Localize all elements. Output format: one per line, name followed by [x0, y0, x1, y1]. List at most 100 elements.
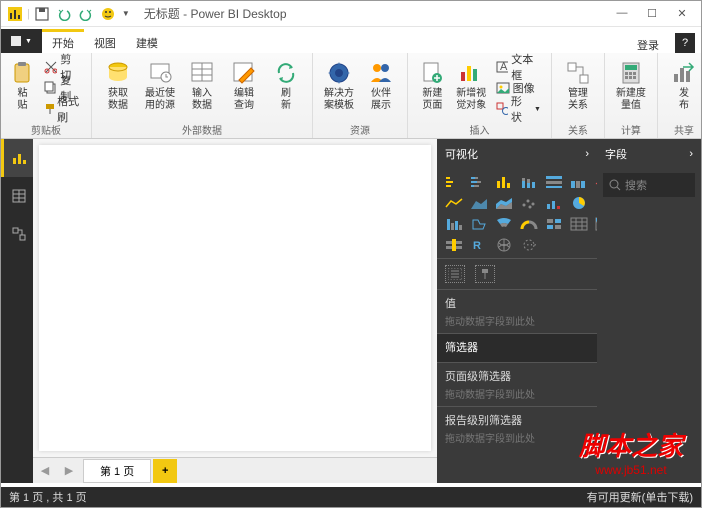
tab-view[interactable]: 视图: [84, 29, 126, 53]
nav-data-icon[interactable]: [1, 177, 33, 215]
viz-panel-header[interactable]: 可视化 ›: [437, 139, 597, 169]
viz-type-15[interactable]: [468, 215, 490, 233]
manage-rel-label: 管理关系: [568, 88, 588, 111]
viz-type-17[interactable]: [518, 215, 540, 233]
paste-button[interactable]: 粘贴: [7, 57, 38, 121]
viz-type-12[interactable]: [568, 194, 590, 212]
viz-type-11[interactable]: [543, 194, 565, 212]
get-data-label: 获取数据: [108, 88, 128, 111]
textbox-button[interactable]: A文本框: [492, 57, 545, 77]
ribbon-group-relationships: 管理关系 关系: [552, 53, 605, 138]
app-icon[interactable]: [5, 4, 25, 24]
maximize-button[interactable]: ☐: [641, 7, 663, 20]
format-mode-icon[interactable]: [475, 265, 495, 283]
fields-panel-header[interactable]: 字段 ›: [597, 139, 701, 169]
ribbon-group-external: 获取数据 最近使用的源 输入数据 编辑查询 刷新 外部数据: [92, 53, 313, 138]
viz-panel-title: 可视化: [445, 146, 478, 162]
minimize-button[interactable]: —: [611, 7, 633, 20]
search-placeholder: 搜索: [625, 177, 647, 193]
enter-data-label: 输入数据: [192, 88, 212, 111]
page-next-icon[interactable]: ▶: [57, 459, 81, 483]
new-page-button[interactable]: 新建页面: [414, 57, 451, 121]
fields-mode-icon[interactable]: [445, 265, 465, 283]
report-canvas-wrap: ◀ ▶ 第 1 页 +: [33, 139, 437, 483]
file-tab[interactable]: ▼: [1, 29, 42, 53]
viz-type-19[interactable]: [568, 215, 590, 233]
viz-type-5[interactable]: [568, 173, 590, 191]
page-tab-1[interactable]: 第 1 页: [83, 459, 151, 483]
add-page-button[interactable]: +: [153, 459, 177, 483]
chevron-down-icon[interactable]: ▼: [120, 9, 132, 18]
viz-type-24[interactable]: ⋯: [518, 236, 540, 254]
viz-type-14[interactable]: [443, 215, 465, 233]
ribbon-group-share: 发布 共享: [658, 53, 702, 138]
nav-report-icon[interactable]: [1, 139, 33, 177]
solution-templates-button[interactable]: 解决方案模板: [319, 57, 359, 121]
close-button[interactable]: ✕: [671, 7, 693, 20]
clipboard-group-label: 剪贴板: [31, 121, 61, 138]
report-canvas[interactable]: [39, 145, 431, 451]
new-measure-label: 新建度量值: [616, 88, 646, 111]
svg-text:⋯: ⋯: [526, 239, 537, 251]
status-page-info: 第 1 页 , 共 1 页: [9, 489, 87, 505]
viz-type-3[interactable]: [518, 173, 540, 191]
fields-panel: 字段 › 搜索: [597, 139, 701, 483]
ribbon-group-insert: 新建页面 新增视觉对象 A文本框 图像 形状▼ 插入: [408, 53, 552, 138]
format-painter-button[interactable]: 格式刷: [40, 99, 85, 119]
status-bar: 第 1 页 , 共 1 页 有可用更新(单击下载): [1, 487, 701, 507]
viz-gallery: R⋯: [437, 169, 597, 258]
viz-type-2[interactable]: [493, 173, 515, 191]
viz-type-22[interactable]: R: [468, 236, 490, 254]
partner-showcase-button[interactable]: 伙伴展示: [361, 57, 401, 121]
enter-data-button[interactable]: 输入数据: [182, 57, 222, 121]
get-data-button[interactable]: 获取数据: [98, 57, 138, 121]
edit-queries-button[interactable]: 编辑查询: [224, 57, 264, 121]
svg-text:A: A: [500, 61, 508, 73]
report-filters-label: 报告级别筛选器: [445, 412, 589, 428]
refresh-label: 刷新: [281, 88, 291, 111]
viz-type-18[interactable]: [543, 215, 565, 233]
page-filters-hint: 拖动数据字段到此处: [445, 386, 589, 401]
chevron-right-icon: ›: [689, 148, 693, 160]
smiley-icon[interactable]: [98, 4, 118, 24]
page-prev-icon[interactable]: ◀: [33, 459, 57, 483]
viz-type-9[interactable]: [493, 194, 515, 212]
fields-search-input[interactable]: 搜索: [603, 173, 695, 197]
partner-label: 伙伴展示: [371, 88, 391, 111]
new-measure-button[interactable]: 新建度量值: [611, 57, 651, 121]
viz-type-4[interactable]: [543, 173, 565, 191]
nav-model-icon[interactable]: [1, 215, 33, 253]
tab-modeling[interactable]: 建模: [126, 29, 168, 53]
insert-group-label: 插入: [469, 121, 489, 138]
refresh-button[interactable]: 刷新: [266, 57, 306, 121]
viz-type-1[interactable]: [468, 173, 490, 191]
fields-panel-title: 字段: [605, 146, 627, 162]
redo-icon[interactable]: [76, 4, 96, 24]
viz-type-0[interactable]: [443, 173, 465, 191]
save-icon[interactable]: [32, 4, 52, 24]
page-tabs: ◀ ▶ 第 1 页 +: [33, 457, 437, 483]
report-filters-well[interactable]: 报告级别筛选器 拖动数据字段到此处: [437, 406, 597, 450]
publish-button[interactable]: 发布: [664, 57, 702, 121]
paste-label: 粘贴: [18, 88, 28, 111]
ribbon-group-resources: 解决方案模板 伙伴展示 资源: [313, 53, 408, 138]
help-icon[interactable]: ?: [675, 33, 695, 53]
report-filters-hint: 拖动数据字段到此处: [445, 430, 589, 445]
recent-sources-button[interactable]: 最近使用的源: [140, 57, 180, 121]
login-button[interactable]: 登录: [627, 37, 669, 53]
new-visual-button[interactable]: 新增视觉对象: [453, 57, 490, 121]
manage-relationships-button[interactable]: 管理关系: [558, 57, 598, 121]
viz-type-21[interactable]: [443, 236, 465, 254]
viz-type-7[interactable]: [443, 194, 465, 212]
viz-type-8[interactable]: [468, 194, 490, 212]
viz-type-10[interactable]: [518, 194, 540, 212]
page-filters-well[interactable]: 页面级筛选器 拖动数据字段到此处: [437, 362, 597, 406]
values-well[interactable]: 值 拖动数据字段到此处: [437, 289, 597, 333]
tab-home[interactable]: 开始: [42, 29, 84, 53]
viz-type-16[interactable]: [493, 215, 515, 233]
undo-icon[interactable]: [54, 4, 74, 24]
shapes-button[interactable]: 形状▼: [492, 99, 545, 119]
status-update-link[interactable]: 有可用更新(单击下载): [587, 489, 693, 505]
viz-type-23[interactable]: [493, 236, 515, 254]
chevron-down-icon: ▼: [25, 38, 32, 45]
